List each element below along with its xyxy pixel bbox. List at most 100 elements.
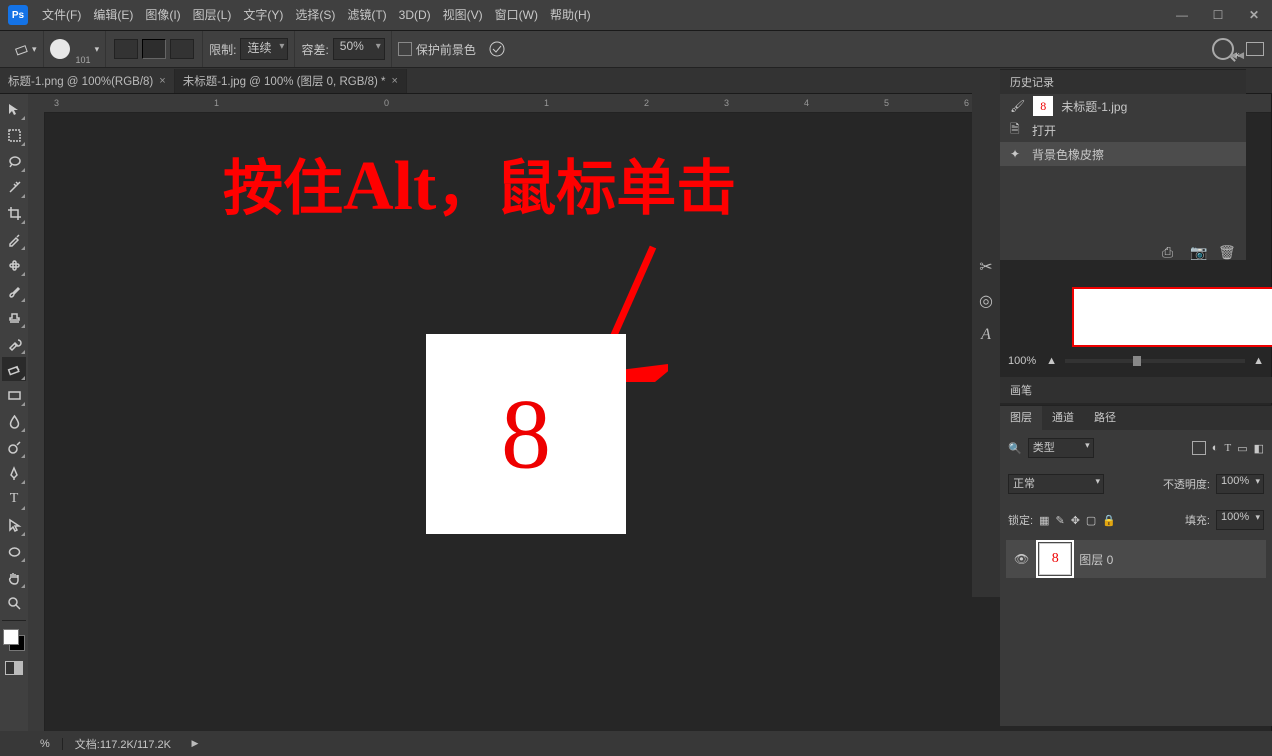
tab-channels[interactable]: 通道	[1042, 406, 1084, 430]
gradient-tool[interactable]	[2, 383, 26, 407]
history-source[interactable]: 🖌 8 未标题-1.jpg	[1000, 94, 1246, 118]
brushes-panel-tab[interactable]: 画笔	[1000, 377, 1272, 403]
history-brush-tool[interactable]	[2, 331, 26, 355]
adjust-icon[interactable]: ✂	[976, 257, 996, 277]
history-state[interactable]: 🗎 打开	[1000, 118, 1246, 142]
type-tool[interactable]: T	[2, 487, 26, 511]
lock-artboard-icon[interactable]: ▢	[1086, 514, 1096, 527]
sampling-once-toggle[interactable]	[142, 39, 166, 59]
eraser-tool[interactable]	[2, 357, 26, 381]
magic-wand-tool[interactable]	[2, 175, 26, 199]
filter-shape-icon[interactable]: ▭	[1237, 442, 1247, 455]
blend-mode-dropdown[interactable]: 正常	[1008, 474, 1104, 494]
shape-tool[interactable]	[2, 539, 26, 563]
layer-filter-dropdown[interactable]: 类型	[1028, 438, 1094, 458]
visibility-toggle[interactable]: 👁	[1014, 552, 1029, 566]
cc-icon[interactable]: ◎	[976, 291, 996, 311]
opacity-input[interactable]: 100%	[1216, 474, 1264, 494]
history-panel-tab[interactable]: 历史记录	[1000, 70, 1246, 94]
doc-size[interactable]: 文档:117.2K/117.2K	[63, 736, 183, 752]
tab-close-icon[interactable]: ×	[159, 75, 165, 87]
move-tool[interactable]	[2, 97, 26, 121]
hand-tool[interactable]	[2, 565, 26, 589]
navigator-thumbnail[interactable]	[1072, 287, 1272, 347]
menu-edit[interactable]: 编辑(E)	[87, 0, 139, 30]
document-tab-active[interactable]: 未标题-1.jpg @ 100% (图层 0, RGB/8) * ×	[175, 69, 407, 93]
menu-help[interactable]: 帮助(H)	[544, 0, 597, 30]
sampling-continuous-toggle[interactable]	[114, 39, 138, 59]
tolerance-input[interactable]: 50%	[333, 38, 385, 60]
menu-file[interactable]: 文件(F)	[36, 0, 87, 30]
menu-window[interactable]: 窗口(W)	[489, 0, 544, 30]
workspace-icon[interactable]	[1246, 42, 1264, 56]
filter-type-icon[interactable]: T	[1224, 442, 1231, 454]
blur-tool[interactable]	[2, 409, 26, 433]
crop-tool[interactable]	[2, 201, 26, 225]
menu-bar: Ps 文件(F) 编辑(E) 图像(I) 图层(L) 文字(Y) 选择(S) 滤…	[0, 0, 1272, 31]
history-state-selected[interactable]: ✦ 背景色橡皮擦	[1000, 142, 1246, 166]
stamp-tool[interactable]	[2, 305, 26, 329]
lock-all-icon[interactable]: 🔒	[1102, 514, 1116, 527]
menu-view[interactable]: 视图(V)	[437, 0, 489, 30]
foreground-swatch[interactable]	[3, 629, 19, 645]
lock-brush-icon[interactable]: ✎	[1055, 514, 1064, 527]
menu-filter[interactable]: 滤镜(T)	[341, 0, 392, 30]
zoom-out-icon[interactable]: ▲	[1046, 355, 1057, 367]
zoom-value[interactable]: 100%	[1008, 355, 1036, 367]
filter-pixel-icon[interactable]	[1192, 441, 1206, 455]
menu-select[interactable]: 选择(S)	[289, 0, 341, 30]
eyedropper-tool[interactable]	[2, 227, 26, 251]
path-select-tool[interactable]	[2, 513, 26, 537]
brush-preset[interactable]: 101 ▾	[44, 31, 107, 67]
zoom-in-icon[interactable]: ▲	[1253, 355, 1264, 367]
tab-close-icon[interactable]: ×	[391, 75, 397, 87]
layer-name[interactable]: 图层 0	[1079, 551, 1113, 568]
trash-icon[interactable]: 🗑	[1218, 244, 1232, 258]
document-tab[interactable]: 标题-1.png @ 100%(RGB/8) ×	[0, 69, 175, 93]
filter-smart-icon[interactable]: ◧	[1254, 442, 1264, 455]
status-arrow-icon[interactable]: ▶	[189, 738, 201, 750]
pressure-icon[interactable]	[488, 40, 506, 58]
tab-paths[interactable]: 路径	[1084, 406, 1126, 430]
ruler-vertical[interactable]	[28, 94, 45, 734]
fill-input[interactable]: 100%	[1216, 510, 1264, 530]
marquee-tool[interactable]	[2, 123, 26, 147]
pen-tool[interactable]	[2, 461, 26, 485]
minimize-button[interactable]: —	[1164, 3, 1200, 27]
dodge-tool[interactable]	[2, 435, 26, 459]
brush-tool[interactable]	[2, 279, 26, 303]
lock-label: 锁定:	[1008, 512, 1033, 528]
annotation-bold: Alt	[343, 148, 436, 225]
document-canvas[interactable]: 8	[426, 334, 626, 534]
close-button[interactable]: ✕	[1236, 3, 1272, 27]
menu-image[interactable]: 图像(I)	[139, 0, 186, 30]
maximize-button[interactable]: ☐	[1200, 3, 1236, 27]
quickmask-toggle[interactable]	[2, 656, 26, 680]
color-swatches[interactable]	[3, 629, 25, 651]
tab-layers[interactable]: 图层	[1000, 406, 1042, 430]
sampling-swatch-toggle[interactable]	[170, 39, 194, 59]
panel-close-icon[interactable]: ×	[1235, 50, 1240, 60]
heal-tool[interactable]	[2, 253, 26, 277]
lock-pixels-icon[interactable]: ▦	[1039, 514, 1049, 527]
camera-icon[interactable]: 📷	[1190, 244, 1204, 258]
menu-layer[interactable]: 图层(L)	[187, 0, 238, 30]
layer-lock-row: 锁定: ▦ ✎ ✥ ▢ 🔒 填充: 100%	[1000, 502, 1272, 538]
new-from-state-icon[interactable]: ⎙	[1162, 244, 1176, 258]
annotation-overlay: 按住Alt，鼠标单击	[223, 140, 736, 227]
menu-3d[interactable]: 3D(D)	[393, 0, 437, 30]
zoom-slider[interactable]	[1065, 359, 1245, 363]
zoom-field[interactable]: %	[28, 738, 63, 750]
menu-type[interactable]: 文字(Y)	[237, 0, 289, 30]
layer-thumbnail[interactable]: 8	[1039, 543, 1071, 575]
zoom-slider-knob[interactable]	[1133, 356, 1141, 366]
lasso-tool[interactable]	[2, 149, 26, 173]
limit-dropdown[interactable]: 连续	[240, 38, 288, 60]
tool-preset[interactable]: ▾	[8, 31, 44, 67]
layer-item[interactable]: 👁 8 图层 0	[1006, 540, 1266, 578]
zoom-tool[interactable]	[2, 591, 26, 615]
protect-foreground-checkbox[interactable]	[398, 42, 412, 56]
character-icon[interactable]: A	[976, 325, 996, 345]
lock-position-icon[interactable]: ✥	[1071, 514, 1080, 527]
filter-adjust-icon[interactable]: ◐	[1212, 442, 1219, 454]
